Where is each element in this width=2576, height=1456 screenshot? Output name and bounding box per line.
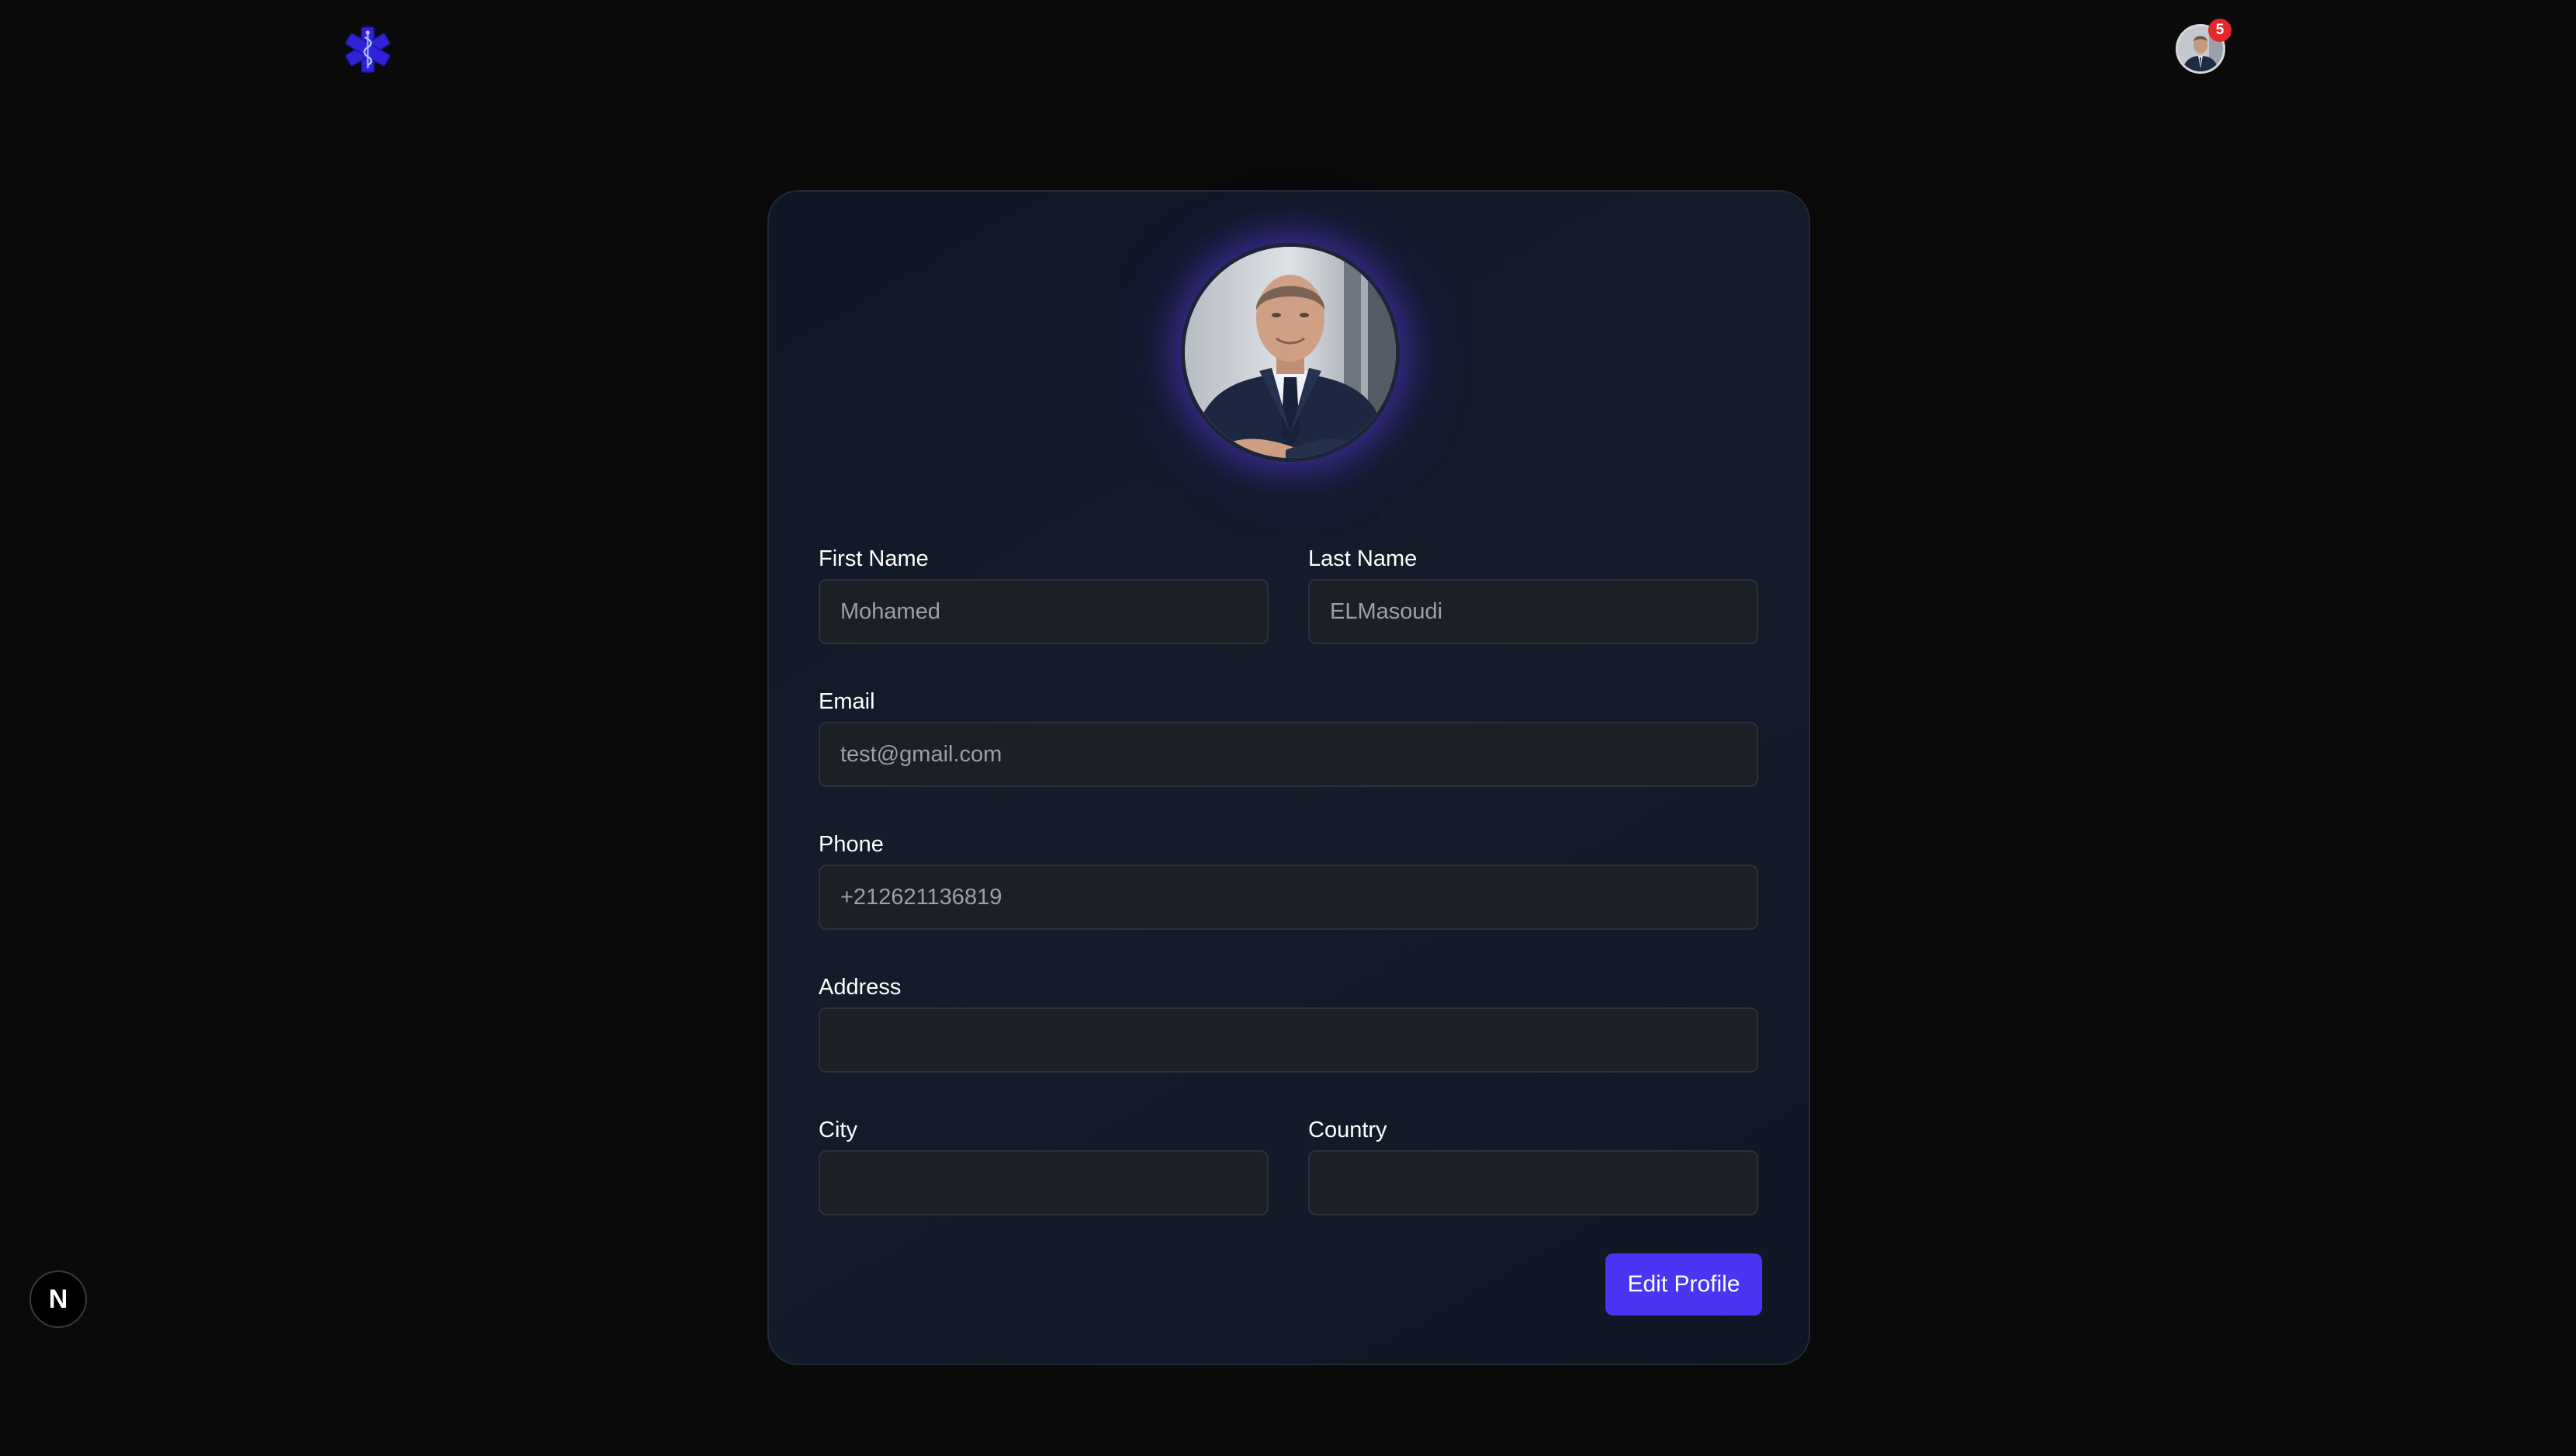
phone-input[interactable]: +212621136819 xyxy=(819,865,1758,930)
city-input[interactable] xyxy=(819,1150,1269,1215)
profile-avatar[interactable] xyxy=(1181,243,1400,462)
last-name-label: Last Name xyxy=(1308,546,1418,571)
country-label: Country xyxy=(1308,1118,1387,1142)
email-label: Email xyxy=(819,689,875,714)
notification-badge: 5 xyxy=(2208,19,2231,42)
country-input[interactable] xyxy=(1308,1150,1758,1215)
address-input[interactable] xyxy=(819,1007,1758,1073)
first-name-label: First Name xyxy=(819,546,929,571)
address-label: Address xyxy=(819,975,902,1000)
dev-indicator-button[interactable]: N xyxy=(29,1271,87,1328)
profile-card: First Name Mohamed Last Name ELMasoudi E… xyxy=(767,190,1810,1365)
email-input[interactable]: test@gmail.com xyxy=(819,722,1758,787)
phone-label: Phone xyxy=(819,832,884,857)
star-of-life-icon[interactable] xyxy=(343,25,393,75)
edit-profile-button[interactable]: Edit Profile xyxy=(1605,1253,1762,1316)
city-label: City xyxy=(819,1118,857,1142)
first-name-input[interactable]: Mohamed xyxy=(819,579,1269,644)
top-bar: 5 xyxy=(0,0,2576,101)
last-name-input[interactable]: ELMasoudi xyxy=(1308,579,1758,644)
